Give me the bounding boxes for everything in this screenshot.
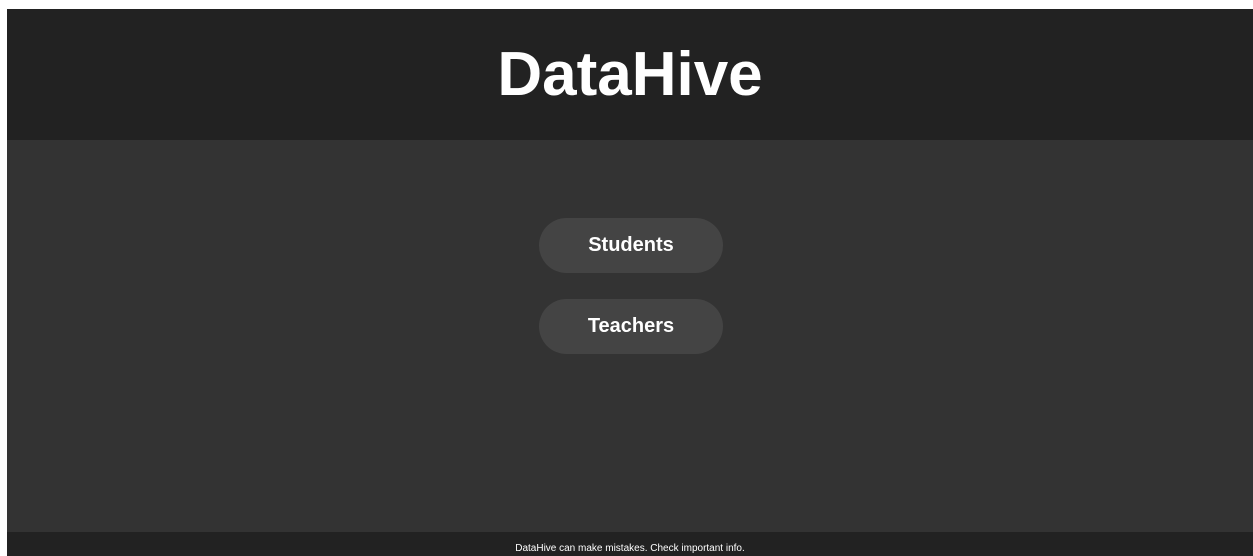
teachers-button[interactable]: Teachers <box>539 299 723 354</box>
header: DataHive <box>7 9 1253 140</box>
students-button[interactable]: Students <box>539 218 723 273</box>
footer-disclaimer: DataHive can make mistakes. Check import… <box>515 542 745 554</box>
app-window: DataHive Students Teachers DataHive can … <box>7 9 1253 556</box>
footer: DataHive can make mistakes. Check import… <box>7 532 1253 556</box>
page-title: DataHive <box>497 40 763 109</box>
